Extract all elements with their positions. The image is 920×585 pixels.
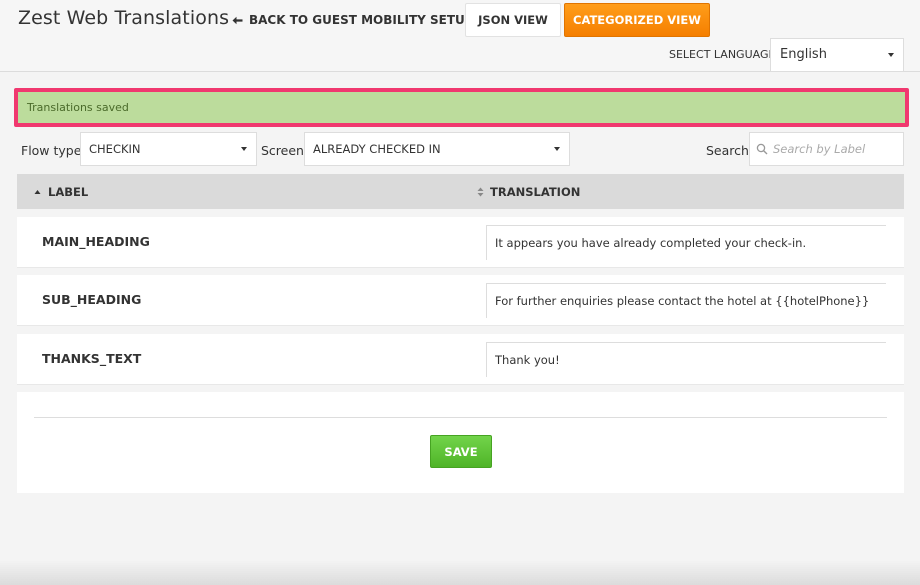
alert-message: Translations saved xyxy=(27,101,129,114)
language-select-value: English xyxy=(780,47,827,62)
screen-select[interactable]: ALREADY CHECKED IN xyxy=(304,132,570,166)
row-label: MAIN_HEADING xyxy=(42,234,150,249)
search-box[interactable] xyxy=(749,132,904,166)
row-label: SUB_HEADING xyxy=(42,292,142,307)
categorized-view-button[interactable]: CATEGORIZED VIEW xyxy=(564,3,710,37)
table-header: LABEL TRANSLATION xyxy=(17,174,904,209)
sort-asc-icon xyxy=(34,190,41,194)
translations-saved-alert: Translations saved xyxy=(14,88,909,127)
table-row: THANKS_TEXT xyxy=(17,334,904,385)
table-row: MAIN_HEADING xyxy=(17,217,904,268)
back-to-setup-link[interactable]: BACK TO GUEST MOBILITY SETUP xyxy=(232,13,474,27)
select-language-label: SELECT LANGUAGE xyxy=(669,48,776,61)
json-view-button[interactable]: JSON VIEW xyxy=(465,3,561,37)
app-header: Zest Web Translations BACK TO GUEST MOBI… xyxy=(0,0,920,72)
search-label: Search xyxy=(706,143,749,158)
caret-down-icon xyxy=(241,147,247,151)
flow-type-select[interactable]: CHECKIN xyxy=(80,132,257,166)
sort-icon xyxy=(477,187,484,197)
caret-down-icon xyxy=(888,53,894,57)
translation-column-title: TRANSLATION xyxy=(490,185,581,199)
save-button[interactable]: SAVE xyxy=(430,435,492,468)
flow-type-value: CHECKIN xyxy=(89,142,141,156)
divider xyxy=(34,417,887,418)
bottom-shadow xyxy=(0,560,920,585)
arrow-left-icon xyxy=(232,16,243,24)
flow-type-label: Flow type xyxy=(21,143,82,158)
label-column-title: LABEL xyxy=(48,185,89,199)
search-icon xyxy=(756,143,768,155)
language-select[interactable]: English xyxy=(770,38,904,72)
table-row: SUB_HEADING xyxy=(17,275,904,326)
translation-column-header[interactable]: TRANSLATION xyxy=(477,185,580,199)
translation-input[interactable] xyxy=(486,225,886,260)
label-column-header[interactable]: LABEL xyxy=(33,185,88,199)
screen-label: Screen xyxy=(261,143,304,158)
back-link-label: BACK TO GUEST MOBILITY SETUP xyxy=(249,13,474,27)
app-title: Zest Web Translations xyxy=(18,7,230,29)
caret-down-icon xyxy=(554,147,560,151)
translation-input[interactable] xyxy=(486,342,886,377)
screen-value: ALREADY CHECKED IN xyxy=(313,142,441,156)
row-label: THANKS_TEXT xyxy=(42,351,142,366)
save-panel: SAVE xyxy=(17,392,904,493)
search-input[interactable] xyxy=(773,142,898,156)
translation-input[interactable] xyxy=(486,283,886,318)
